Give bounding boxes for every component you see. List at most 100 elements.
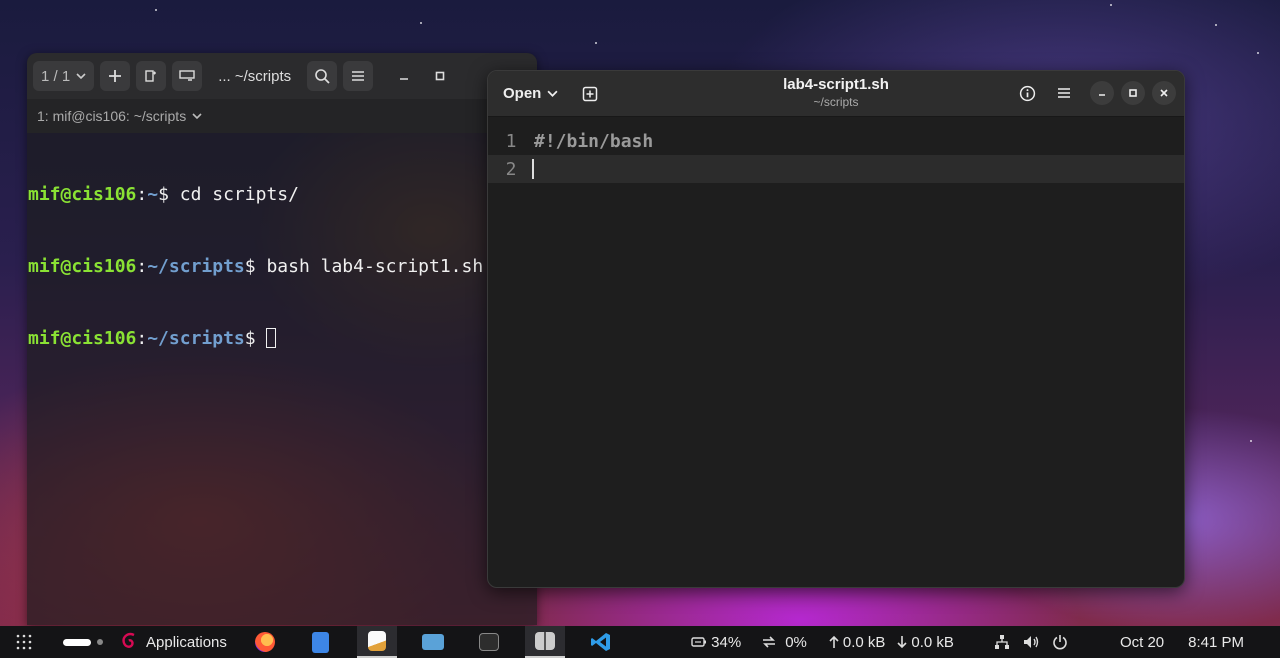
workspace-dot [97, 639, 103, 645]
files-icon [312, 631, 330, 653]
download-indicator[interactable]: 0.0 kB [897, 634, 954, 651]
text-caret [532, 159, 534, 179]
minimize-icon [400, 78, 409, 80]
editor-menu-button[interactable] [1049, 78, 1079, 108]
wallpaper-star [595, 42, 597, 44]
terminal-cursor [266, 328, 277, 348]
document-info-button[interactable] [1012, 78, 1042, 108]
info-icon [1019, 85, 1035, 101]
line-number: 1 [505, 130, 517, 152]
line-number: 2 [505, 158, 517, 180]
code-text: #!/bin/bash [534, 130, 654, 152]
date-label: Oct 20 [1119, 633, 1165, 651]
taskbar: Applications 34% 0% 0.0 kB 0.0 kB Oct 20… [0, 626, 1280, 658]
wallpaper-star [1250, 440, 1252, 442]
tab-counter: 1 / 1 [41, 67, 71, 85]
text-editor-icon [367, 631, 386, 651]
chevron-down-icon[interactable] [192, 111, 202, 121]
code-line: 1 #!/bin/bash [488, 127, 1184, 155]
battery-percent: 34% [711, 633, 742, 651]
new-document-button[interactable] [575, 79, 605, 109]
open-button[interactable]: Open [496, 79, 565, 109]
terminal-output[interactable]: mif@cis106:~$ cd scripts/ mif@cis106:~/s… [27, 133, 537, 399]
swap-arrows-icon [763, 636, 776, 648]
workspace-indicator[interactable] [48, 626, 118, 658]
code-line-current: 2 [488, 155, 1184, 183]
arrow-up-icon [829, 635, 839, 648]
taskbar-screenshot[interactable] [405, 626, 461, 658]
hamburger-menu-icon [352, 71, 365, 81]
firefox-icon [254, 632, 275, 652]
split-icon [179, 70, 195, 81]
plus-icon [109, 70, 122, 82]
network-button[interactable] [994, 634, 1010, 650]
upload-indicator[interactable]: 0.0 kB [829, 633, 886, 651]
search-button[interactable] [307, 61, 338, 91]
wallpaper-star [1215, 24, 1217, 26]
taskbar-files[interactable] [293, 626, 349, 658]
maximize-icon [1129, 89, 1137, 97]
network-wired-icon [994, 635, 1009, 649]
terminal-maximize-button[interactable] [425, 61, 455, 91]
editor-maximize-button[interactable] [1121, 81, 1145, 105]
terminal-window[interactable]: 1 / 1 ... ~/scripts 1: mif@cis106: ~/scr… [27, 53, 537, 625]
add-terminal-button[interactable] [136, 61, 167, 91]
terminal-tab-label[interactable]: 1: mif@cis106: ~/scripts [37, 108, 186, 124]
debian-swirl-icon [122, 632, 135, 648]
tilix-icon [534, 632, 555, 650]
chevron-down-icon [76, 73, 86, 80]
terminal-menu-button[interactable] [343, 61, 374, 91]
split-terminal-button[interactable] [172, 61, 203, 91]
new-tab-button[interactable] [100, 61, 131, 91]
upload-rate: 0.0 kB [842, 633, 886, 651]
terminal-icon [478, 633, 499, 651]
volume-icon [1023, 636, 1039, 648]
app-grid-icon [16, 634, 32, 650]
minimize-icon [1099, 94, 1105, 96]
arrow-down-icon [897, 636, 907, 649]
download-rate: 0.0 kB [911, 633, 954, 651]
vscode-icon [590, 633, 610, 651]
search-icon [315, 69, 330, 84]
wallpaper-star [1110, 4, 1112, 6]
volume-button[interactable] [1022, 634, 1040, 650]
cpu-percent: 0% [785, 633, 807, 651]
taskbar-vscode[interactable] [573, 626, 629, 658]
add-terminal-icon [145, 70, 157, 82]
terminal-header: 1 / 1 ... ~/scripts [27, 53, 537, 99]
editor-minimize-button[interactable] [1090, 81, 1114, 105]
screenshot-icon [421, 634, 444, 650]
editor-text-area[interactable]: 1 #!/bin/bash 2 [488, 117, 1184, 183]
battery-indicator[interactable]: 34% [691, 634, 741, 651]
text-editor-window[interactable]: Open lab4-script1.sh ~/scripts 1 #!/bin/… [487, 70, 1185, 588]
app-grid-button[interactable] [0, 626, 48, 658]
battery-icon [691, 637, 707, 647]
active-workspace-pill [63, 638, 91, 646]
chevron-down-icon [547, 90, 558, 97]
power-button[interactable] [1052, 634, 1068, 650]
terminal-minimize-button[interactable] [389, 61, 419, 91]
clock[interactable]: Oct 20 8:41 PM [1120, 634, 1244, 651]
terminal-line: mif@cis106:~/scripts$ bash lab4-script1.… [28, 256, 484, 277]
tab-switcher-button[interactable]: 1 / 1 [33, 61, 95, 91]
terminal-title: ... ~/scripts [218, 67, 292, 85]
wallpaper-star [420, 22, 422, 24]
taskbar-firefox[interactable] [237, 626, 293, 658]
terminal-line: mif@cis106:~$ cd scripts/ [28, 184, 299, 205]
taskbar-text-editor[interactable] [356, 626, 397, 658]
cpu-indicator[interactable]: 0% [761, 634, 807, 651]
editor-header: Open lab4-script1.sh ~/scripts [488, 71, 1184, 117]
system-tray: 34% 0% 0.0 kB 0.0 kB Oct 20 8:41 PM [691, 626, 1280, 658]
time-label: 8:41 PM [1188, 633, 1244, 651]
hamburger-menu-icon [1058, 88, 1070, 98]
terminal-tab-bar[interactable]: 1: mif@cis106: ~/scripts [27, 99, 537, 133]
maximize-icon [435, 71, 445, 81]
open-label: Open [503, 85, 542, 102]
applications-label: Applications [146, 633, 227, 651]
power-icon [1053, 635, 1067, 650]
applications-menu[interactable]: Applications [118, 626, 237, 658]
wallpaper-star [1257, 52, 1259, 54]
taskbar-tilix[interactable] [524, 626, 565, 658]
editor-close-button[interactable] [1152, 81, 1176, 105]
taskbar-terminal[interactable] [461, 626, 517, 658]
